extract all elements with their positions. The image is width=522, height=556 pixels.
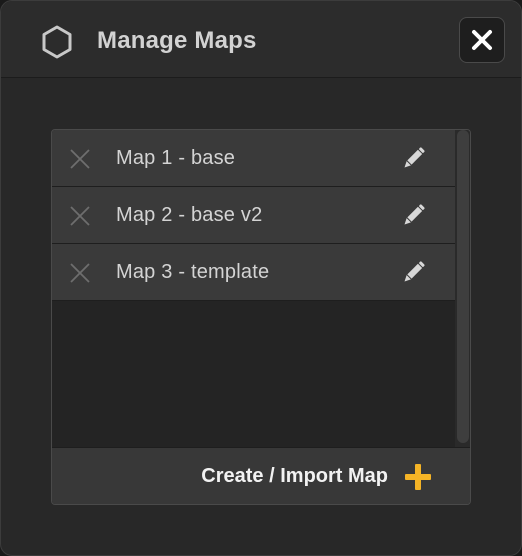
map-name: Map 2 - base v2 [116,204,263,226]
maps-list: Map 1 - base Map 2 - base v2 Map 3 - tem… [52,130,455,447]
plus-icon [405,464,431,490]
close-button[interactable] [459,17,505,63]
delete-icon[interactable] [68,261,92,285]
manage-maps-dialog: Manage Maps Map 1 - base Map 2 - base v2… [0,0,522,556]
create-import-map-button[interactable]: Create / Import Map [52,447,470,504]
pencil-icon[interactable] [400,203,426,229]
delete-icon[interactable] [68,204,92,228]
map-row[interactable]: Map 1 - base [52,130,455,187]
create-import-label: Create / Import Map [201,465,388,487]
map-name: Map 3 - template [116,261,270,283]
delete-icon[interactable] [68,147,92,171]
pencil-icon[interactable] [400,146,426,172]
close-icon [472,30,492,50]
map-row[interactable]: Map 2 - base v2 [52,187,455,244]
list-scrollbar[interactable] [455,130,470,447]
map-row[interactable]: Map 3 - template [52,244,455,301]
hexagon-icon [42,25,72,59]
maps-panel: Map 1 - base Map 2 - base v2 Map 3 - tem… [51,129,471,505]
dialog-header: Manage Maps [1,1,521,78]
pencil-icon[interactable] [400,260,426,286]
map-name: Map 1 - base [116,147,236,169]
scrollbar-thumb[interactable] [457,130,469,443]
dialog-title: Manage Maps [97,27,257,54]
